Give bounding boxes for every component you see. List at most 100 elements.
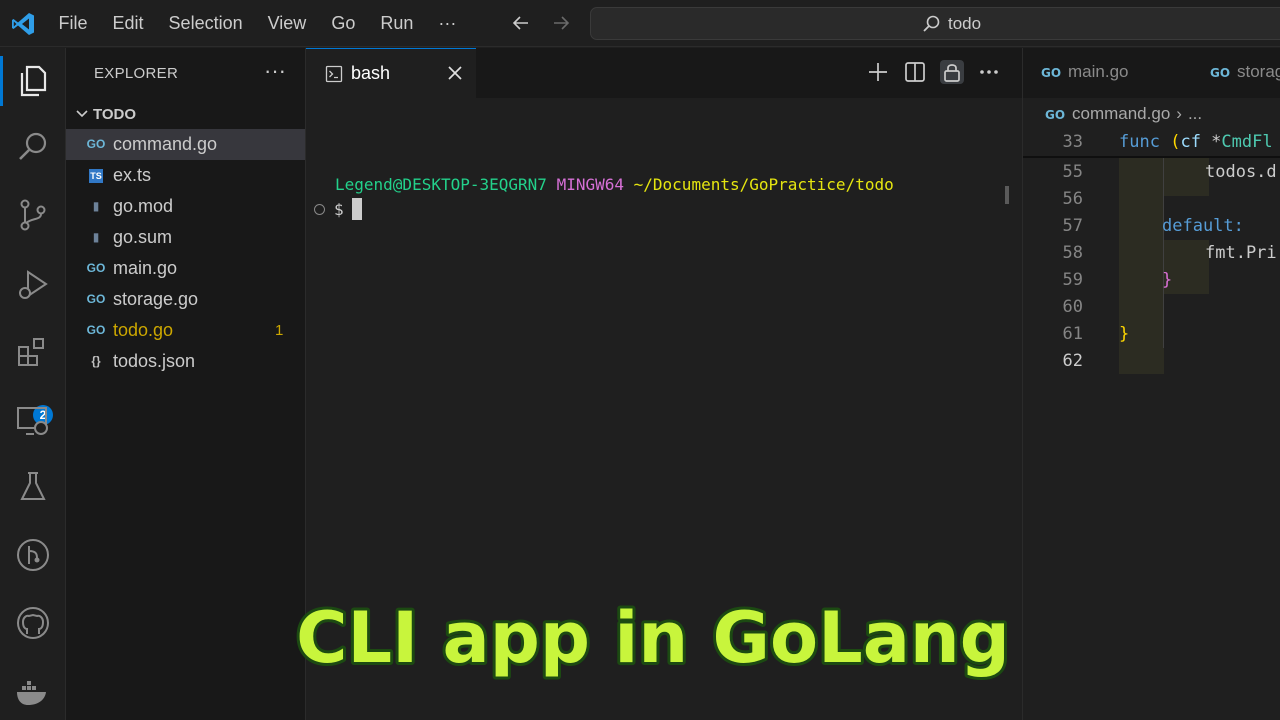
- lock-icon[interactable]: [940, 60, 964, 84]
- prompt-user: Legend@DESKTOP-3EQGRN7: [335, 175, 547, 194]
- file-row[interactable]: GO storage.go: [66, 284, 305, 315]
- go-icon: GO: [86, 137, 106, 151]
- file-row[interactable]: TS ex.ts: [66, 160, 305, 191]
- menu-file[interactable]: File: [46, 13, 100, 34]
- code-text: default:: [1162, 216, 1244, 236]
- go-icon: GO: [1045, 108, 1065, 120]
- breadcrumb-more[interactable]: ...: [1188, 104, 1202, 124]
- close-icon[interactable]: [446, 64, 464, 82]
- new-terminal-icon[interactable]: [866, 60, 890, 84]
- go-icon: GO: [1041, 66, 1061, 78]
- line-number: 60: [1062, 297, 1083, 317]
- tab-storage-go[interactable]: GO storag: [1210, 62, 1280, 82]
- command-prefix: $: [334, 199, 344, 219]
- tab-label: main.go: [1068, 62, 1129, 81]
- title-bar: File Edit Selection View Go Run ··· todo: [0, 0, 1280, 47]
- line-number: 33: [1062, 132, 1083, 152]
- prompt-shell: MINGW64: [556, 175, 624, 194]
- line-number: 61: [1062, 324, 1083, 344]
- video-caption-overlay: CLI app in GoLang: [293, 596, 1013, 682]
- back-arrow-icon[interactable]: [510, 12, 532, 34]
- tab-main-go[interactable]: GO main.go: [1041, 62, 1128, 82]
- terminal-tab-bash[interactable]: bash: [306, 48, 476, 98]
- file-row[interactable]: {} todos.json: [66, 346, 305, 377]
- file-row[interactable]: GO command.go: [66, 129, 305, 160]
- file-name: todo.go: [113, 320, 174, 340]
- terminal-header: bash: [306, 48, 1022, 98]
- file-row[interactable]: ▮ go.mod: [66, 191, 305, 222]
- sticky-scroll-line: 33 func (cf *CmdFl: [1023, 128, 1280, 155]
- menu-view[interactable]: View: [255, 13, 319, 34]
- terminal-scrollbar[interactable]: [1005, 186, 1009, 204]
- run-debug-icon[interactable]: [14, 266, 52, 304]
- search-icon: [923, 15, 940, 32]
- chevron-down-icon: [76, 110, 88, 118]
- file-row[interactable]: ▮ go.sum: [66, 222, 305, 253]
- menu-selection[interactable]: Selection: [156, 13, 255, 34]
- split-terminal-icon[interactable]: [903, 60, 927, 84]
- typescript-icon: TS: [89, 169, 103, 183]
- menu-more[interactable]: ···: [426, 13, 469, 34]
- explorer-more-button[interactable]: ···: [264, 58, 286, 84]
- menu-bar: File Edit Selection View Go Run ···: [46, 0, 469, 47]
- svg-text:GO: GO: [1210, 66, 1230, 78]
- code-line: 60: [1023, 293, 1280, 320]
- breadcrumb-file[interactable]: command.go: [1072, 104, 1170, 124]
- code-line: 57 default:: [1023, 212, 1280, 239]
- navigation-controls: [510, 12, 572, 34]
- menu-go[interactable]: Go: [319, 13, 368, 34]
- activity-bar: 2: [0, 48, 66, 720]
- editor-panel: GO main.go GO storag GO command.go › ...…: [1022, 48, 1280, 720]
- code-line: 59 }: [1023, 266, 1280, 293]
- file-row[interactable]: GO main.go: [66, 253, 305, 284]
- code-line: 55 todos.d: [1023, 158, 1280, 185]
- file-row[interactable]: GO todo.go 1: [66, 315, 305, 346]
- go-icon: GO: [86, 261, 106, 275]
- vscode-logo-icon: [12, 13, 34, 35]
- docker-icon[interactable]: [14, 672, 52, 710]
- breadcrumb: GO command.go › ...: [1045, 104, 1202, 124]
- go-icon: GO: [86, 292, 106, 306]
- file-name: main.go: [113, 258, 178, 278]
- command-center-search[interactable]: todo: [590, 7, 1280, 40]
- remote-explorer-icon[interactable]: [14, 402, 52, 440]
- github-icon[interactable]: [14, 604, 52, 642]
- terminal-actions: [866, 60, 1001, 84]
- folder-todo[interactable]: TODO: [74, 102, 136, 126]
- folder-label: TODO: [93, 105, 137, 123]
- code-line: 56: [1023, 185, 1280, 212]
- terminal-tab-label: bash: [351, 63, 391, 83]
- svg-text:GO: GO: [1045, 108, 1065, 120]
- command-center-text: todo: [948, 14, 982, 33]
- line-number: 59: [1062, 270, 1083, 290]
- terminal-command-line[interactable]: $: [314, 198, 362, 220]
- active-indicator: [0, 56, 3, 106]
- source-control-icon[interactable]: [14, 196, 52, 234]
- editor-tabs: GO main.go GO storag: [1023, 48, 1280, 98]
- menu-edit[interactable]: Edit: [100, 13, 156, 34]
- explorer-icon[interactable]: [14, 62, 52, 100]
- file-name: storage.go: [113, 289, 199, 309]
- extensions-icon[interactable]: [14, 334, 52, 372]
- file-name: ex.ts: [113, 165, 152, 185]
- file-name: command.go: [113, 134, 218, 154]
- chevron-right-icon: ›: [1176, 104, 1182, 123]
- git-graph-icon[interactable]: [14, 536, 52, 574]
- code-text: }: [1119, 324, 1130, 344]
- testing-icon[interactable]: [14, 468, 52, 506]
- terminal-prompt-line: Legend@DESKTOP-3EQGRN7 MINGW64 ~/Documen…: [335, 175, 894, 194]
- more-actions-icon[interactable]: [977, 60, 1001, 84]
- file-icon: ▮: [92, 199, 100, 213]
- file-icon: ▮: [92, 230, 100, 244]
- line-number: 55: [1062, 162, 1083, 182]
- search-icon[interactable]: [14, 128, 52, 166]
- problem-count-badge: 1: [275, 322, 284, 339]
- code-text: todos.d: [1205, 162, 1277, 182]
- forward-arrow-icon[interactable]: [550, 12, 572, 34]
- command-decoration-icon: [314, 203, 325, 215]
- code-text: }: [1162, 270, 1173, 290]
- terminal-icon: [325, 65, 343, 83]
- caption-text: CLI app in GoLang: [296, 597, 1010, 679]
- menu-run[interactable]: Run: [368, 13, 426, 34]
- code-text: fmt.Pri: [1205, 243, 1277, 263]
